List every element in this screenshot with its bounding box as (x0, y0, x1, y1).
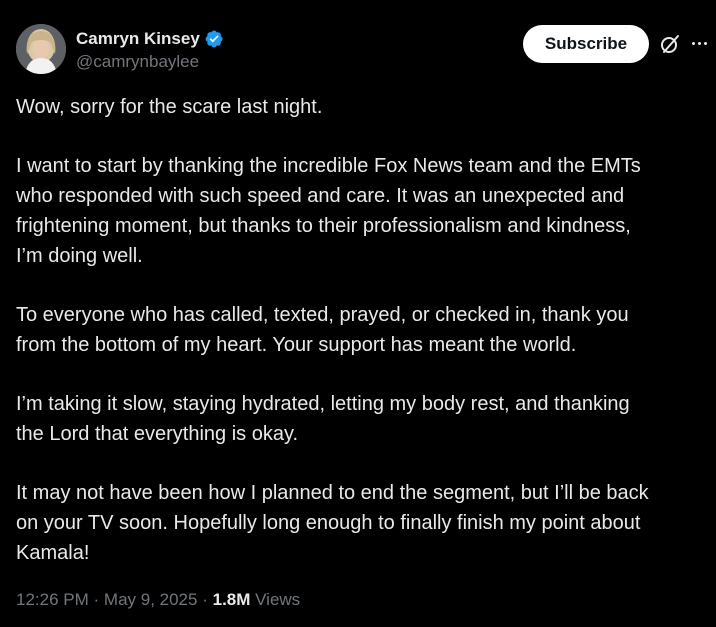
post-paragraph: I want to start by thanking the incredib… (16, 155, 641, 267)
subscribe-button[interactable]: Subscribe (523, 25, 649, 63)
post-paragraph: It may not have been how I planned to en… (16, 482, 649, 564)
post-time[interactable]: 12:26 PM (16, 590, 89, 609)
avatar-image (16, 24, 66, 74)
grok-slash-icon[interactable] (659, 33, 681, 55)
user-info[interactable]: Camryn Kinsey @camrynbaylee (76, 27, 224, 72)
post-header: Camryn Kinsey @camrynbaylee Subscribe (16, 24, 707, 76)
verified-badge-icon (204, 29, 224, 49)
post-date[interactable]: May 9, 2025 (104, 590, 198, 609)
post-text: Wow, sorry for the scare last night. I w… (16, 92, 706, 568)
meta-separator: · (202, 590, 208, 609)
post-paragraph: I’m taking it slow, staying hydrated, le… (16, 393, 630, 445)
user-handle[interactable]: @camrynbaylee (76, 52, 224, 72)
name-row: Camryn Kinsey (76, 27, 224, 51)
avatar[interactable] (16, 24, 66, 74)
post-paragraph: Wow, sorry for the scare last night. (16, 96, 323, 118)
views-label: Views (255, 590, 301, 609)
post-meta: 12:26 PM · May 9, 2025 · 1.8M Views (16, 588, 300, 612)
display-name[interactable]: Camryn Kinsey (76, 29, 200, 49)
post-paragraph: To everyone who has called, texted, pray… (16, 304, 629, 356)
more-horizontal-icon[interactable] (689, 31, 709, 55)
meta-separator: · (93, 590, 100, 609)
views-count[interactable]: 1.8M (213, 590, 251, 609)
